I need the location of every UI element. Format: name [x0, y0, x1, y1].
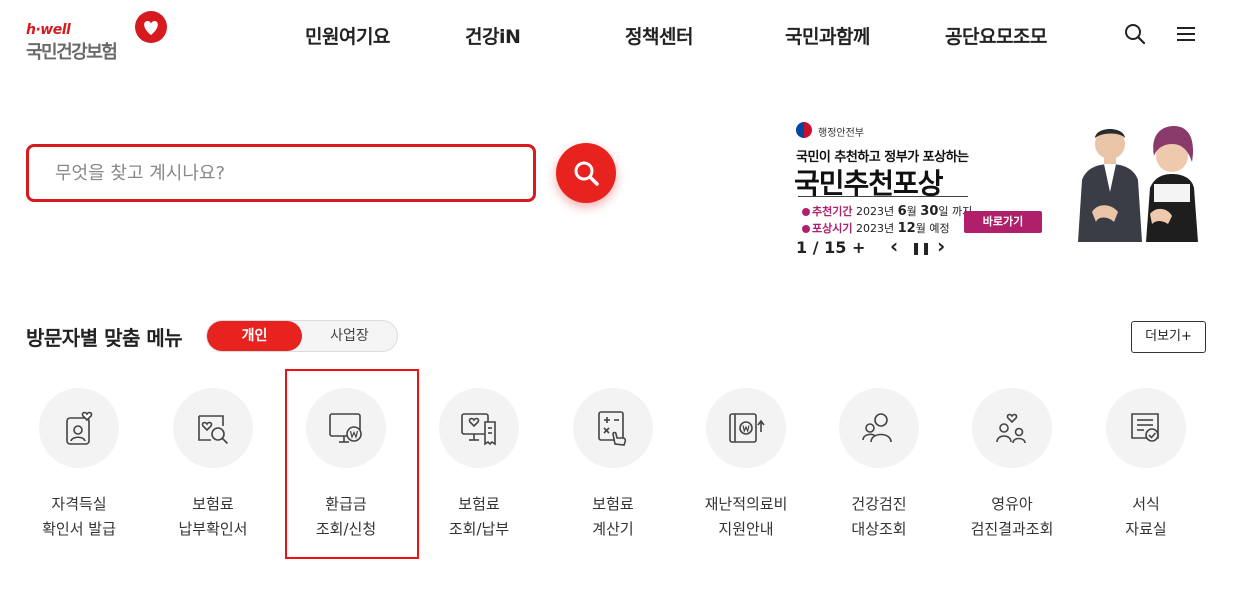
toggle-business[interactable]: 사업장 [302, 321, 397, 351]
menu-icon-circle [972, 388, 1052, 468]
period-month-unit: 월 [906, 205, 917, 218]
nav-item-health-in[interactable]: 건강iN [465, 22, 521, 49]
period-year: 2023년 [855, 205, 895, 218]
banner-divider [798, 196, 968, 197]
menu-label-line2: 대상조회 [851, 520, 907, 538]
menu-label: 서식자료실 [1086, 492, 1206, 542]
wallet-won-icon [729, 413, 765, 443]
menu-label: 보험료납부확인서 [153, 492, 273, 542]
menu-label-line1: 보험료 [458, 495, 500, 513]
menu-item-premium-calculator[interactable]: 보험료계산기 [553, 388, 673, 548]
menu-label-line2: 검진결과조회 [970, 520, 1054, 538]
monitor-receipt-icon [461, 413, 496, 446]
calculator-icon [598, 411, 627, 446]
menu-icon-circle [573, 388, 653, 468]
people-search-icon [862, 413, 892, 443]
menu-label: 자격득실확인서 발급 [19, 492, 139, 542]
award-month: 12 [897, 221, 916, 236]
menu-icon-circle [706, 388, 786, 468]
hamburger-menu-icon[interactable] [1174, 22, 1198, 46]
check-dot-icon [802, 225, 810, 233]
menu-item-premium-payment[interactable]: 보험료조회/납부 [419, 388, 539, 548]
slide-plus-button[interactable]: + [852, 238, 865, 257]
award-year: 2023년 [855, 222, 895, 235]
banner-award-row: 포상시기 2023년 12월 예정 [802, 220, 950, 236]
main-nav: 민원여기요 건강iN 정책센터 국민과함께 공단요모조모 [0, 22, 1259, 50]
menu-item-forms[interactable]: 서식자료실 [1086, 388, 1206, 548]
menu-label: 재난적의료비지원안내 [686, 492, 806, 542]
award-tag: 포상시기 [812, 222, 853, 235]
banner-period-row: 추천기간 2023년 6월 30일 까지 [802, 203, 972, 219]
nav-item-civil[interactable]: 민원여기요 [305, 22, 390, 49]
search-button-icon [574, 161, 599, 186]
period-tag: 추천기간 [812, 205, 853, 218]
menu-label-line1: 건강검진 [851, 495, 907, 513]
check-dot-icon [802, 208, 810, 216]
menu-label: 보험료조회/납부 [419, 492, 539, 542]
ministry-seal-icon [796, 122, 812, 138]
menu-item-checkup-target[interactable]: 건강검진대상조회 [819, 388, 939, 548]
menu-icon-circle [839, 388, 919, 468]
period-day: 30 [920, 204, 939, 219]
search-button[interactable] [556, 143, 616, 203]
nav-item-together[interactable]: 국민과함께 [785, 22, 870, 49]
menu-label-line2: 자료실 [1125, 520, 1167, 538]
family-heart-icon [996, 413, 1026, 444]
menu-label-line1: 영유아 [991, 495, 1033, 513]
highlight-box [285, 369, 419, 559]
menu-label: 영유아검진결과조회 [952, 492, 1072, 542]
menu-item-catastrophic-support[interactable]: 재난적의료비지원안내 [686, 388, 806, 548]
menu-label: 건강검진대상조회 [819, 492, 939, 542]
more-button[interactable]: 더보기+ [1131, 321, 1206, 353]
menu-label-line1: 보험료 [192, 495, 234, 513]
slide-pause-button[interactable]: ❚❚ [911, 241, 931, 255]
banner-go-button[interactable]: 바로가기 [964, 211, 1042, 233]
menu-label-line1: 서식 [1132, 495, 1160, 513]
slide-next-button[interactable]: › [937, 234, 945, 258]
promo-banner[interactable]: 행정안전부 국민이 추천하고 정부가 포상하는 국민추천포상 추천기간 2023… [790, 118, 1210, 246]
menu-icon-circle [439, 388, 519, 468]
menu-icon-circle [39, 388, 119, 468]
menu-label-line1: 보험료 [592, 495, 634, 513]
page: h·well 국민건강보험 민원여기요 건강iN 정책센터 국민과함께 공단요모… [0, 0, 1259, 589]
id-card-heart-icon [66, 411, 93, 445]
menu-label-line2: 계산기 [592, 520, 634, 538]
nav-item-about[interactable]: 공단요모조모 [945, 22, 1047, 49]
visitor-type-toggle: 개인 사업장 [206, 320, 398, 352]
menu-label-line2: 확인서 발급 [42, 520, 116, 538]
menu-label-line2: 조회/납부 [448, 520, 510, 538]
menu-label-line1: 자격득실 [51, 495, 107, 513]
visitor-menu-title: 방문자별 맞춤 메뉴 [26, 326, 183, 350]
period-month: 6 [897, 204, 907, 219]
menu-icon-circle [173, 388, 253, 468]
form-check-icon [1131, 413, 1159, 442]
menu-label-line1: 재난적의료비 [704, 495, 788, 513]
menu-item-qualification[interactable]: 자격득실확인서 발급 [19, 388, 139, 548]
search-icon[interactable] [1123, 22, 1147, 46]
menu-item-infant-checkup[interactable]: 영유아검진결과조회 [952, 388, 1072, 548]
menu-icon-circle [1106, 388, 1186, 468]
menu-item-payment-certificate[interactable]: 보험료납부확인서 [153, 388, 273, 548]
search-input[interactable] [29, 147, 533, 199]
slide-pager: 1 / 15 [796, 238, 847, 257]
slide-prev-button[interactable]: ‹ [890, 234, 898, 258]
banner-people-illustration [1078, 126, 1198, 242]
document-search-icon [198, 415, 228, 444]
menu-label-line2: 지원안내 [718, 520, 774, 538]
nav-item-policy[interactable]: 정책센터 [625, 22, 693, 49]
menu-label: 보험료계산기 [553, 492, 673, 542]
search-box [26, 144, 536, 202]
ministry-label: 행정안전부 [818, 128, 864, 139]
toggle-personal[interactable]: 개인 [207, 321, 302, 351]
menu-label-line2: 납부확인서 [178, 520, 248, 538]
